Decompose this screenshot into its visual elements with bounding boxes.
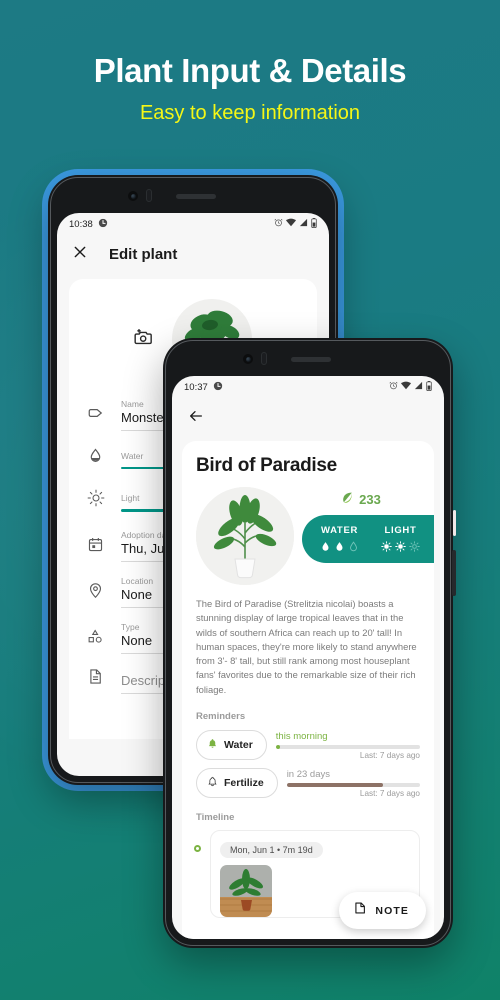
care-water: WATER bbox=[320, 525, 359, 552]
description-icon bbox=[87, 668, 107, 694]
front-camera-icon bbox=[243, 354, 253, 364]
back-arrow-icon[interactable] bbox=[188, 411, 204, 428]
page-title: Plant Input & Details bbox=[93, 52, 407, 89]
timeline-date-chip: Mon, Jun 1 • 7m 19d bbox=[220, 842, 323, 859]
alarm-icon bbox=[274, 218, 283, 230]
sun-icon bbox=[87, 489, 107, 516]
status-time: 10:38 bbox=[69, 218, 93, 230]
reminder-progress-bar bbox=[286, 782, 420, 787]
hero-row: 233 WATER LIGHT bbox=[196, 487, 434, 585]
care-badge: WATER LIGHT bbox=[302, 515, 434, 563]
status-bar: 10:37 bbox=[172, 376, 444, 398]
edit-appbar: Edit plant bbox=[57, 235, 329, 275]
signal-icon bbox=[299, 218, 308, 230]
add-photo-icon[interactable] bbox=[134, 327, 154, 352]
close-icon[interactable] bbox=[73, 245, 87, 263]
reminder-when: in 23 days bbox=[286, 768, 330, 780]
wifi-icon bbox=[401, 381, 411, 393]
add-note-button[interactable]: NOTE bbox=[339, 892, 426, 929]
plant-name: Bird of Paradise bbox=[196, 455, 337, 476]
leaf-icon bbox=[341, 491, 354, 507]
status-time: 10:37 bbox=[184, 381, 208, 393]
plant-hero-image[interactable] bbox=[196, 487, 294, 585]
reminder-chip-fertilize[interactable]: Fertilize bbox=[196, 768, 278, 799]
reminder-chip-water[interactable]: Water bbox=[196, 730, 267, 761]
proximity-sensor-icon bbox=[261, 352, 267, 365]
plant-detail-screen: 10:37 Bird of Paradise 233 WATER LIGHT T… bbox=[172, 376, 444, 939]
reminder-label: Water bbox=[224, 739, 253, 752]
edit-title: Edit plant bbox=[109, 245, 178, 263]
type-icon bbox=[87, 628, 107, 654]
timeline-heading: Timeline bbox=[196, 812, 235, 824]
detail-appbar bbox=[172, 398, 444, 435]
volume-button[interactable] bbox=[451, 550, 456, 596]
add-note-label: NOTE bbox=[375, 904, 409, 917]
clock-circle-icon bbox=[213, 381, 223, 394]
proximity-sensor-icon bbox=[146, 189, 152, 202]
care-label: LIGHT bbox=[384, 525, 417, 536]
front-camera-icon bbox=[128, 191, 138, 201]
reminder-label: Fertilize bbox=[224, 777, 264, 790]
bell-outline-icon bbox=[207, 774, 218, 792]
signal-icon bbox=[414, 381, 423, 393]
leaf-count: 233 bbox=[302, 491, 420, 507]
plant-detail-card: Bird of Paradise 233 WATER LIGHT The Bir… bbox=[182, 441, 434, 939]
plant-detail-phone: 10:37 Bird of Paradise 233 WATER LIGHT T… bbox=[163, 338, 456, 948]
bell-filled-icon bbox=[207, 736, 218, 754]
reminder-last: Last: 7 days ago bbox=[359, 788, 420, 798]
clock-circle-icon bbox=[98, 218, 108, 231]
battery-icon bbox=[311, 217, 317, 231]
calendar-icon bbox=[87, 536, 107, 562]
battery-icon bbox=[426, 380, 432, 394]
promo-header: Plant Input & Details Easy to keep infor… bbox=[0, 0, 500, 125]
status-bar: 10:38 bbox=[57, 213, 329, 235]
earpiece-speaker bbox=[176, 194, 216, 199]
care-light: LIGHT bbox=[381, 525, 420, 552]
reminder-row-fertilize: Fertilize in 23 days Last: 7 days ago bbox=[196, 768, 420, 799]
plant-description: The Bird of Paradise (Strelitzia nicolai… bbox=[196, 598, 417, 695]
reminder-progress-bar bbox=[275, 744, 420, 749]
wifi-icon bbox=[286, 218, 296, 230]
reminder-info-water: this morning Last: 7 days ago bbox=[275, 730, 420, 760]
water-drop-icon bbox=[87, 447, 107, 473]
care-label: WATER bbox=[320, 525, 359, 536]
timeline-dot-icon bbox=[194, 845, 201, 853]
page-subtitle: Easy to keep information bbox=[139, 102, 361, 124]
alarm-icon bbox=[389, 381, 398, 393]
reminder-last: Last: 7 days ago bbox=[359, 750, 420, 760]
light-level-icons bbox=[381, 541, 420, 552]
location-icon bbox=[87, 582, 107, 608]
power-button[interactable] bbox=[452, 510, 456, 536]
note-icon bbox=[353, 901, 367, 920]
reminders-heading: Reminders bbox=[196, 711, 246, 723]
reminder-when: this morning bbox=[275, 730, 328, 742]
timeline-photo[interactable] bbox=[220, 865, 272, 918]
tag-icon bbox=[87, 404, 107, 431]
earpiece-speaker bbox=[291, 357, 331, 362]
leaf-count-value: 233 bbox=[359, 491, 381, 507]
water-level-icons bbox=[320, 541, 359, 552]
reminder-info-fertilize: in 23 days Last: 7 days ago bbox=[286, 768, 420, 798]
reminder-row-water: Water this morning Last: 7 days ago bbox=[196, 730, 420, 761]
